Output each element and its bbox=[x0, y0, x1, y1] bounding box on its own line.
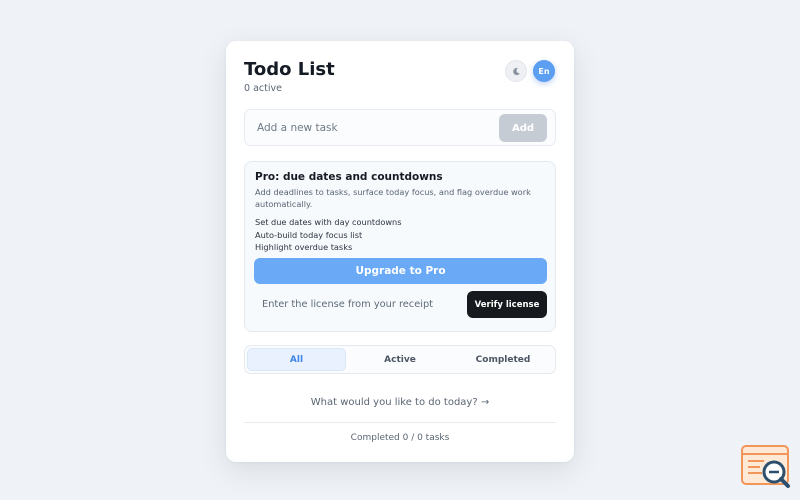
pro-feature-list: Set due dates with day countdowns Auto-b… bbox=[255, 216, 402, 254]
pro-title: Pro: due dates and countdowns bbox=[255, 171, 443, 183]
tab-active[interactable]: Active bbox=[350, 348, 450, 371]
pro-description: Add deadlines to tasks, surface today fo… bbox=[255, 187, 531, 209]
moon-icon bbox=[512, 67, 520, 75]
divider bbox=[244, 422, 556, 423]
theme-toggle-button[interactable] bbox=[505, 60, 527, 82]
page-title: Todo List bbox=[244, 59, 335, 80]
verify-license-button[interactable]: Verify license bbox=[467, 291, 547, 318]
completed-summary: Completed 0 / 0 tasks bbox=[350, 433, 450, 443]
app-logo-icon bbox=[741, 445, 790, 488]
pro-upsell-panel: Pro: due dates and countdowns Add deadli… bbox=[244, 161, 556, 332]
pro-feature-item: Auto-build today focus list bbox=[255, 229, 363, 240]
tab-all[interactable]: All bbox=[247, 348, 346, 371]
pro-feature-item: Set due dates with day countdowns bbox=[255, 217, 402, 227]
todo-card: Todo List 0 active En Add Pro: due dates… bbox=[226, 41, 574, 462]
filter-tabs: All Active Completed bbox=[244, 345, 556, 374]
pro-feature-item: Highlight overdue tasks bbox=[255, 242, 353, 252]
active-count: 0 active bbox=[244, 83, 282, 94]
empty-state-message: What would you like to do today? → bbox=[310, 397, 490, 408]
upgrade-to-pro-button[interactable]: Upgrade to Pro bbox=[254, 258, 547, 284]
add-task-button[interactable]: Add bbox=[499, 114, 547, 142]
language-button[interactable]: En bbox=[533, 60, 555, 82]
add-task-row: Add bbox=[244, 109, 556, 146]
license-input[interactable] bbox=[254, 291, 464, 318]
add-task-input[interactable] bbox=[245, 110, 495, 145]
tab-completed[interactable]: Completed bbox=[453, 348, 553, 371]
